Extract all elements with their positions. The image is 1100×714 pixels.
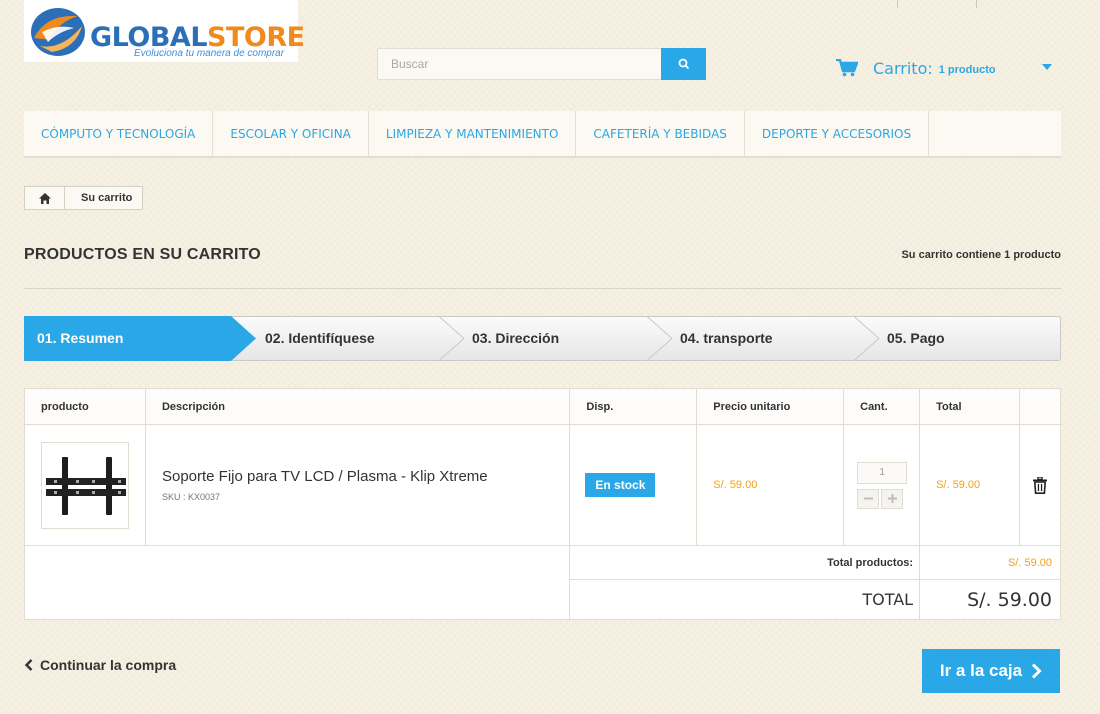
breadcrumb-home[interactable] [25,187,65,209]
total-products-value: S/. 59.00 [919,545,1061,580]
grand-total-label: TOTAL [569,579,921,620]
quantity-cell: 1 [843,424,921,546]
col-header-precio: Precio unitario [696,388,845,425]
step-resumen: 01. Resumen [37,330,124,346]
search-button[interactable] [661,48,706,80]
col-header-actions [1019,388,1061,425]
top-divider [897,0,898,8]
status-badge: En stock [585,473,656,497]
top-divider [976,0,977,8]
step-pago: 05. Pago [887,330,945,346]
continue-shopping-label: Continuar la compra [40,657,177,673]
home-icon [38,192,51,204]
nav-item-computo[interactable]: CÓMPUTO Y TECNOLOGÍA [24,111,214,156]
col-header-disponibilidad: Disp. [569,388,698,425]
checkout-label: Ir a la caja [939,661,1023,680]
quantity-stepper: 1 [857,461,919,509]
product-name[interactable]: Soporte Fijo para TV LCD / Plasma - Klip… [146,468,569,485]
quantity-decrease-button[interactable] [857,488,880,509]
search-icon [678,58,689,70]
plus-icon [887,494,897,503]
product-image-cell [24,424,146,546]
breadcrumb-current: Su carrito [81,192,133,204]
minus-icon [863,497,873,500]
breadcrumb: Su carrito [24,186,144,210]
cart-count: 1 producto [938,63,996,76]
cart-title: Carrito: [873,58,933,78]
main-nav: CÓMPUTO Y TECNOLOGÍA ESCOLAR Y OFICINA L… [24,111,1061,158]
col-header-total: Total [919,388,1020,425]
cart-summary: Su carrito contiene 1 producto [901,249,1061,261]
logo-tagline: Evoluciona tu manera de comprar [134,48,285,59]
unit-price: S/. 59.00 [713,479,758,491]
tv-mount-image [46,456,126,515]
search-bar [377,48,706,80]
nav-item-limpieza[interactable]: LIMPIEZA Y MANTENIMIENTO [369,111,577,156]
divider [24,288,1061,289]
grand-total-value: S/. 59.00 [919,579,1061,620]
chevron-right-icon [1032,663,1042,679]
checkout-steps: 01. Resumen 02. Identifíquese 03. Direcc… [24,316,1061,361]
table-row: Soporte Fijo para TV LCD / Plasma - Klip… [24,424,1061,546]
quantity-increase-button[interactable] [881,488,904,509]
step-transporte: 04. transporte [680,330,773,346]
summary-empty-cell [23,545,571,620]
trash-icon [1033,476,1047,494]
nav-item-escolar[interactable]: ESCOLAR Y OFICINA [213,111,369,156]
col-header-descripcion: Descripción [144,388,571,425]
unit-price-cell: S/. 59.00 [696,424,845,546]
availability-cell: En stock [569,424,698,546]
total-products-row: Total productos: S/. 59.00 [23,545,1061,620]
line-total: S/. 59.00 [936,479,981,491]
cart-table: producto Descripción Disp. Precio unitar… [23,388,1061,620]
continue-shopping-link[interactable]: Continuar la compra [24,657,176,673]
step-identifiquese: 02. Identifíquese [265,330,375,346]
chevron-left-icon [24,659,33,671]
table-header-row: producto Descripción Disp. Precio unitar… [24,388,1061,425]
col-header-cantidad: Cant. [843,388,921,425]
nav-item-deporte[interactable]: DEPORTE Y ACCESORIOS [745,111,930,156]
delete-cell [1019,424,1061,546]
total-products-label: Total productos: [569,545,921,580]
product-image[interactable] [41,441,129,529]
page-title: PRODUCTOS EN SU CARRITO [24,246,261,263]
step-direccion: 03. Dirección [472,330,560,346]
col-header-producto: producto [24,388,146,425]
line-total-cell: S/. 59.00 [919,424,1020,546]
cart-widget[interactable]: Carrito: 1 producto [836,56,1056,80]
cart-icon [836,59,858,77]
product-sku: SKU : KX0037 [161,492,221,502]
search-input[interactable] [377,48,662,80]
quantity-input[interactable]: 1 [857,461,908,484]
logo-swirl-icon [31,8,85,56]
store-logo[interactable]: GLOBALSTORE Evoluciona tu manera de comp… [24,0,305,62]
chevron-down-icon[interactable] [1042,64,1052,70]
product-description-cell: Soporte Fijo para TV LCD / Plasma - Klip… [144,424,571,546]
checkout-button[interactable]: Ir a la caja [922,649,1060,693]
nav-item-cafeteria[interactable]: CAFETERÍA Y BEBIDAS [576,111,745,156]
delete-button[interactable] [1020,476,1060,494]
